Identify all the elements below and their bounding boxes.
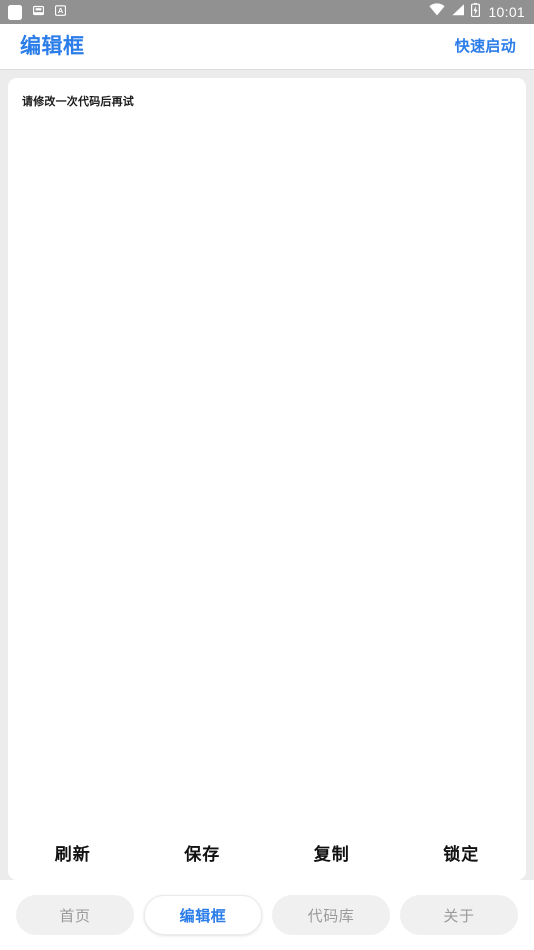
editor-content-text: 请修改一次代码后再试 (22, 96, 134, 108)
code-editor-input[interactable]: 请修改一次代码后再试 (8, 78, 526, 828)
bottom-tab-bar: 首页 编辑框 代码库 关于 (0, 880, 534, 950)
editor-action-bar: 刷新 保存 复制 锁定 (8, 828, 526, 880)
tab-library[interactable]: 代码库 (272, 895, 390, 935)
app-header: 编辑框 快速启动 (0, 24, 534, 70)
tab-home[interactable]: 首页 (16, 895, 134, 935)
sd-card-icon (32, 3, 45, 21)
page-title: 编辑框 (20, 35, 85, 58)
quick-launch-button[interactable]: 快速启动 (455, 39, 516, 54)
cellular-signal-icon (451, 3, 465, 21)
wifi-icon (429, 3, 446, 21)
refresh-button[interactable]: 刷新 (8, 846, 138, 863)
letter-a-icon: A (54, 3, 67, 21)
editor-card: 请修改一次代码后再试 刷新 保存 复制 锁定 (8, 78, 526, 880)
svg-text:A: A (58, 6, 64, 15)
tab-editor[interactable]: 编辑框 (144, 895, 262, 935)
tab-about[interactable]: 关于 (400, 895, 518, 935)
content-backdrop: 请修改一次代码后再试 刷新 保存 复制 锁定 (0, 70, 534, 880)
status-bar-left-icons: A (8, 3, 67, 21)
save-button[interactable]: 保存 (138, 846, 268, 863)
status-bar-right-icons: 10:01 (429, 2, 525, 22)
status-bar-clock: 10:01 (488, 4, 525, 20)
notification-square-icon (8, 4, 22, 20)
status-bar: A 10:01 (0, 0, 534, 24)
battery-charging-icon (471, 2, 481, 22)
lock-button[interactable]: 锁定 (397, 846, 527, 863)
app-window: A 10:01 编辑框 快速启动 请修改一次代码后再试 刷新 保存 复制 锁定 … (0, 0, 534, 950)
copy-button[interactable]: 复制 (267, 846, 397, 863)
